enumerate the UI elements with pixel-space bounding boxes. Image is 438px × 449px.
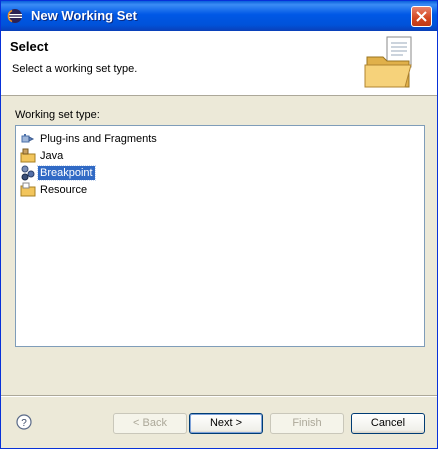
breakpoint-icon [21, 165, 35, 181]
folder-document-icon [364, 36, 412, 88]
title-bar[interactable]: New Working Set [1, 1, 437, 31]
plugin-icon [21, 134, 35, 143]
back-button[interactable]: < Back [113, 413, 187, 434]
working-set-type-label: Working set type: [15, 109, 100, 121]
list-item-label: Breakpoint [37, 165, 96, 181]
cancel-button[interactable]: Cancel [351, 413, 425, 434]
button-bar-separator [1, 395, 437, 397]
svg-text:?: ? [21, 418, 27, 429]
window-title: New Working Set [31, 8, 137, 23]
resource-folder-icon [20, 182, 36, 197]
eclipse-icon [7, 9, 22, 23]
close-icon [416, 11, 427, 22]
page-title: Select [10, 39, 49, 54]
wizard-header: Select Select a working set type. [1, 31, 437, 96]
close-button[interactable] [411, 6, 432, 27]
finish-button[interactable]: Finish [270, 413, 344, 434]
next-button[interactable]: Next > [189, 413, 263, 434]
list-item-label: Resource [40, 184, 88, 196]
page-description: Select a working set type. [12, 63, 138, 75]
list-item-label: Plug-ins and Fragments [40, 133, 157, 145]
java-package-icon [20, 148, 36, 163]
working-set-type-list[interactable]: Plug-ins and Fragments Java Breakpoint R… [15, 125, 425, 347]
list-item-label: Java [40, 150, 64, 162]
new-working-set-dialog: New Working Set Select Select a working … [0, 0, 438, 449]
help-icon[interactable]: ? [16, 414, 32, 430]
